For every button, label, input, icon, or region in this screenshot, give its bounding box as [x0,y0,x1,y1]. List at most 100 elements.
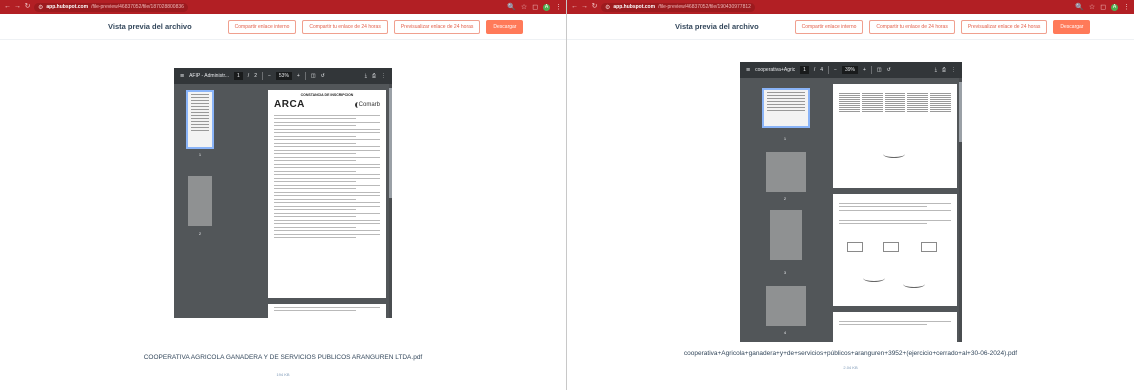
pdf-viewer[interactable]: ≡ cooperativa+Agric... 1 / 4 − 39% + ◫ ↺… [740,62,962,342]
page-total: 4 [820,67,824,73]
extensions-icon[interactable]: ◻ [532,3,538,11]
thumbnail-label: 2 [783,196,787,201]
signature-mark [903,280,925,288]
page-separator: / [813,67,816,73]
arca-logo: ARCA [274,99,305,110]
stamp-mark [883,242,899,252]
zoom-in-icon[interactable]: + [863,67,866,73]
copy-internal-link-button[interactable]: Compartir enlace interno [794,19,864,34]
thumbnail-label: 3 [783,270,787,275]
bookmark-star-icon[interactable]: ☆ [521,3,527,11]
signature-mark [863,274,885,282]
copy-internal-link-button[interactable]: Compartir enlace interno [227,19,297,34]
more-options-icon[interactable]: ⋮ [951,67,956,73]
file-name: COOPERATIVA AGRICOLA GANADERA Y DE SERVI… [143,354,423,361]
back-icon[interactable]: ← [571,0,578,14]
hamburger-menu-icon[interactable]: ≡ [746,67,750,74]
hamburger-menu-icon[interactable]: ≡ [180,73,184,80]
file-size: 194 KB [276,372,290,377]
zoom-icon[interactable]: 🔍 [507,3,516,11]
forward-icon[interactable]: → [581,0,588,14]
copy-24h-link-button[interactable]: Compartir tu enlace de 24 horas [869,19,955,34]
site-info-icon[interactable]: ⚙ [605,4,610,11]
page-thumbnail[interactable] [762,88,810,128]
toolbar-divider [870,66,872,74]
zoom-out-icon[interactable]: − [268,73,271,79]
page-thumbnail[interactable] [766,286,806,326]
file-preview-header: Vista previa del archivo Compartir enlac… [0,14,566,40]
stamp-mark [921,242,937,252]
viewer-scrollbar[interactable] [389,84,392,318]
preview-24h-link-button[interactable]: Previsualizar enlace de 24 horas [960,19,1048,34]
site-info-icon[interactable]: ⚙ [38,4,43,11]
copy-24h-link-button[interactable]: Compartir tu enlace de 24 horas [302,19,388,34]
stamp-mark [847,242,863,252]
pdf-file-title: AFIP - Administr... [189,73,230,79]
pdf-page [268,304,386,318]
page-thumbnail[interactable] [186,90,214,149]
zoom-input[interactable]: 53% [275,72,292,80]
file-size: 2.04 KB [843,365,858,370]
comarb-logo: Comarb [354,101,380,108]
fit-page-icon[interactable]: ◫ [877,67,882,73]
address-bar[interactable]: ⚙ app.hubspot.com /file-preview/46837052… [601,2,755,12]
download-button[interactable]: Descargar [1053,19,1091,34]
browser-toolbar: ← → ↻ ⚙ app.hubspot.com /file-preview/46… [0,0,566,14]
file-name: cooperativa+Agricola+ganadera+y+de+servi… [683,350,1018,357]
zoom-icon[interactable]: 🔍 [1075,3,1084,11]
pdf-page [833,84,957,188]
print-icon[interactable]: ⎙ [372,73,376,79]
page-title: Vista previa del archivo [108,22,192,31]
reload-icon[interactable]: ↻ [24,0,31,14]
thumbnail-label: 1 [198,152,202,157]
toolbar-divider [261,72,263,80]
pdf-toolbar: ≡ AFIP - Administr... 1 / 2 − 53% + ◫ ↺ … [174,68,392,84]
download-button[interactable]: Descargar [486,19,524,34]
browser-window-right: ← → ↻ ⚙ app.hubspot.com /file-preview/46… [567,0,1134,390]
page-thumbnail[interactable] [188,176,212,226]
menu-kebab-icon[interactable]: ⋮ [1123,3,1130,11]
forward-icon[interactable]: → [14,0,21,14]
preview-24h-link-button[interactable]: Previsualizar enlace de 24 horas [393,19,481,34]
pdf-page [833,194,957,306]
page-thumbnail[interactable] [770,210,802,260]
toolbar-divider [828,66,830,74]
browser-window-left: ← → ↻ ⚙ app.hubspot.com /file-preview/46… [0,0,566,390]
download-icon[interactable]: ⤓ [365,73,367,79]
bookmark-star-icon[interactable]: ☆ [1089,3,1095,11]
rotate-icon[interactable]: ↺ [887,67,891,73]
file-preview-header: Vista previa del archivo Compartir enlac… [567,14,1134,40]
viewer-scrollbar[interactable] [959,78,962,342]
thumbnail-label: 4 [783,330,787,335]
print-icon[interactable]: ⎙ [942,67,946,73]
extensions-icon[interactable]: ◻ [1100,3,1106,11]
url-path: /file-preview/46837052/file/190430977812 [658,4,751,10]
pdf-toolbar: ≡ cooperativa+Agric... 1 / 4 − 39% + ◫ ↺… [740,62,962,78]
url-host: app.hubspot.com [46,4,89,10]
pdf-page [833,312,957,342]
page-separator: / [247,73,250,79]
pdf-file-title: cooperativa+Agric... [755,67,796,73]
page-total: 2 [254,73,257,79]
profile-avatar[interactable]: A [543,3,550,11]
zoom-input[interactable]: 39% [841,66,858,74]
page-number-input[interactable]: 1 [800,66,809,74]
rotate-icon[interactable]: ↺ [321,73,325,79]
fit-page-icon[interactable]: ◫ [311,73,316,79]
zoom-in-icon[interactable]: + [297,73,300,79]
address-bar[interactable]: ⚙ app.hubspot.com /file-preview/46837052… [34,2,188,12]
menu-kebab-icon[interactable]: ⋮ [555,3,562,11]
page-number-input[interactable]: 1 [234,72,243,80]
back-icon[interactable]: ← [4,0,11,14]
thumbnail-sidebar: 1 2 3 4 [740,78,830,342]
reload-icon[interactable]: ↻ [591,0,598,14]
more-options-icon[interactable]: ⋮ [381,73,386,79]
browser-toolbar: ← → ↻ ⚙ app.hubspot.com /file-preview/46… [567,0,1134,14]
page-thumbnail[interactable] [766,152,806,192]
pdf-page: CONSTANCIA DE INSCRIPCION ARCA Comarb [268,90,386,298]
pdf-viewer[interactable]: ≡ AFIP - Administr... 1 / 2 − 53% + ◫ ↺ … [174,68,392,318]
download-icon[interactable]: ⤓ [935,67,937,73]
profile-avatar[interactable]: A [1111,3,1118,11]
page-title: Vista previa del archivo [675,22,759,31]
zoom-out-icon[interactable]: − [834,67,837,73]
